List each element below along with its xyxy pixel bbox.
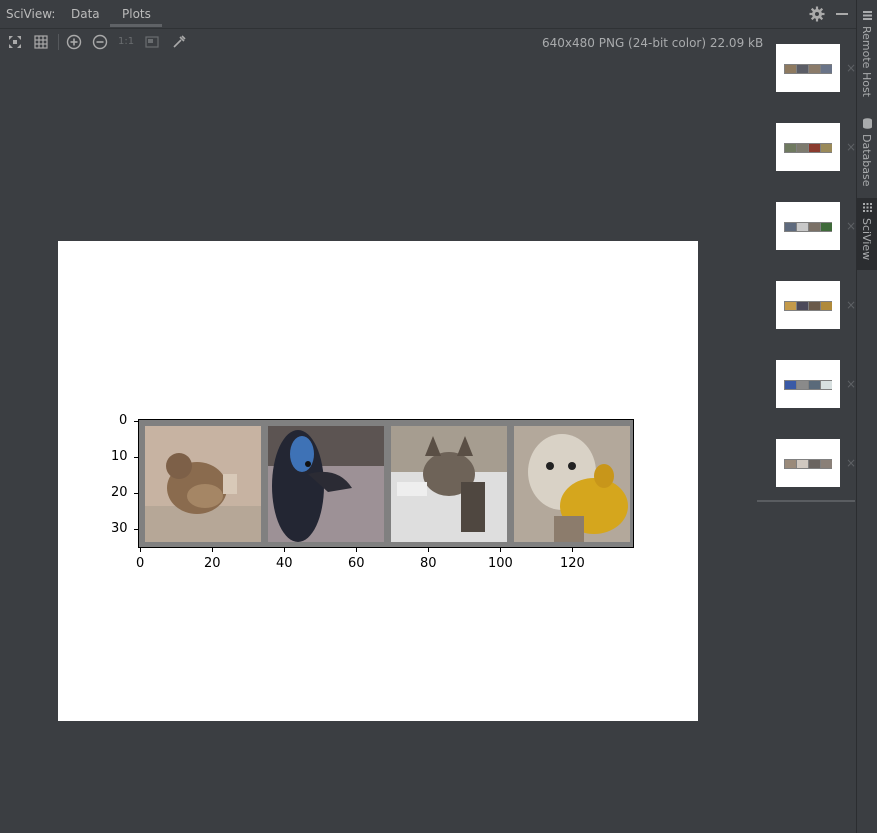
- color-picker-icon[interactable]: [171, 34, 187, 50]
- y-tick-label: 30: [111, 521, 128, 536]
- x-tick-label: 100: [488, 556, 513, 571]
- tab-data[interactable]: Data: [71, 7, 100, 21]
- sciview-icon: [863, 203, 872, 212]
- sidebar-tab-remote-host[interactable]: Remote Host: [857, 6, 877, 102]
- y-tick-label: 20: [111, 485, 128, 500]
- image-tile-bird: [145, 426, 261, 542]
- image-tile-emu: [268, 426, 384, 542]
- close-thumbnail-icon[interactable]: ×: [846, 298, 856, 312]
- thumbnails-divider[interactable]: [757, 500, 855, 502]
- zoom-out-icon[interactable]: [92, 34, 108, 50]
- y-tick-label: 0: [119, 413, 128, 428]
- x-tick-label: 60: [348, 556, 365, 571]
- thumbnail-preview: [784, 143, 832, 153]
- sidebar-tab-label: SciView: [860, 218, 873, 261]
- background-icon[interactable]: [144, 34, 160, 50]
- plot-thumbnail[interactable]: [776, 123, 840, 171]
- close-thumbnail-icon[interactable]: ×: [846, 219, 856, 233]
- zoom-in-icon[interactable]: [66, 34, 82, 50]
- x-tick-label: 0: [136, 556, 145, 571]
- sciview-window: SciView: Data Plots 1:1 640x480 PNG (24-…: [0, 0, 877, 833]
- plot-thumbnail[interactable]: [776, 202, 840, 250]
- x-tick-mark: [572, 548, 573, 552]
- plot-thumbnail[interactable]: [776, 44, 840, 92]
- x-tick-mark: [356, 548, 357, 552]
- thumbnail-preview: [784, 459, 832, 469]
- toolbar-separator: [58, 34, 59, 50]
- sidebar-tab-sciview[interactable]: SciView: [857, 198, 877, 270]
- thumbnail-preview: [784, 222, 832, 232]
- grid-icon[interactable]: [33, 34, 49, 50]
- thumbnail-preview: [784, 64, 832, 74]
- thumbnail-preview: [784, 380, 832, 390]
- x-tick-mark: [140, 548, 141, 552]
- minimize-icon[interactable]: [836, 13, 848, 15]
- database-icon: [863, 118, 872, 129]
- x-tick-mark: [500, 548, 501, 552]
- fit-to-window-icon[interactable]: [7, 34, 23, 50]
- plot-thumbnail[interactable]: [776, 281, 840, 329]
- sciview-header: SciView: Data Plots: [0, 0, 856, 29]
- plot-thumbnail[interactable]: [776, 360, 840, 408]
- x-tick-label: 20: [204, 556, 221, 571]
- server-icon: [863, 11, 872, 20]
- x-tick-mark: [428, 548, 429, 552]
- plot-thumbnail[interactable]: [776, 439, 840, 487]
- actual-size-button[interactable]: 1:1: [118, 36, 134, 47]
- active-tab-indicator: [110, 24, 162, 27]
- sidebar-tab-database[interactable]: Database: [857, 114, 877, 190]
- right-tool-sidebar: Remote Host Database SciView: [856, 0, 877, 833]
- image-tile-dog: [514, 426, 630, 542]
- close-thumbnail-icon[interactable]: ×: [846, 377, 856, 391]
- tab-plots[interactable]: Plots: [122, 7, 151, 21]
- sidebar-tab-label: Database: [860, 134, 873, 187]
- x-tick-label: 80: [420, 556, 437, 571]
- gear-icon[interactable]: [809, 6, 825, 22]
- close-thumbnail-icon[interactable]: ×: [846, 140, 856, 154]
- sidebar-tab-label: Remote Host: [860, 26, 873, 97]
- close-thumbnail-icon[interactable]: ×: [846, 456, 856, 470]
- image-tile-cat: [391, 426, 507, 542]
- thumbnail-preview: [784, 301, 832, 311]
- image-info: 640x480 PNG (24-bit color) 22.09 kB: [542, 36, 764, 50]
- x-tick-label: 120: [560, 556, 585, 571]
- x-tick-mark: [284, 548, 285, 552]
- close-thumbnail-icon[interactable]: ×: [846, 61, 856, 75]
- app-title: SciView:: [6, 7, 56, 21]
- image-grid-axes: [138, 419, 634, 548]
- x-tick-label: 40: [276, 556, 293, 571]
- x-tick-mark: [212, 548, 213, 552]
- y-tick-label: 10: [111, 449, 128, 464]
